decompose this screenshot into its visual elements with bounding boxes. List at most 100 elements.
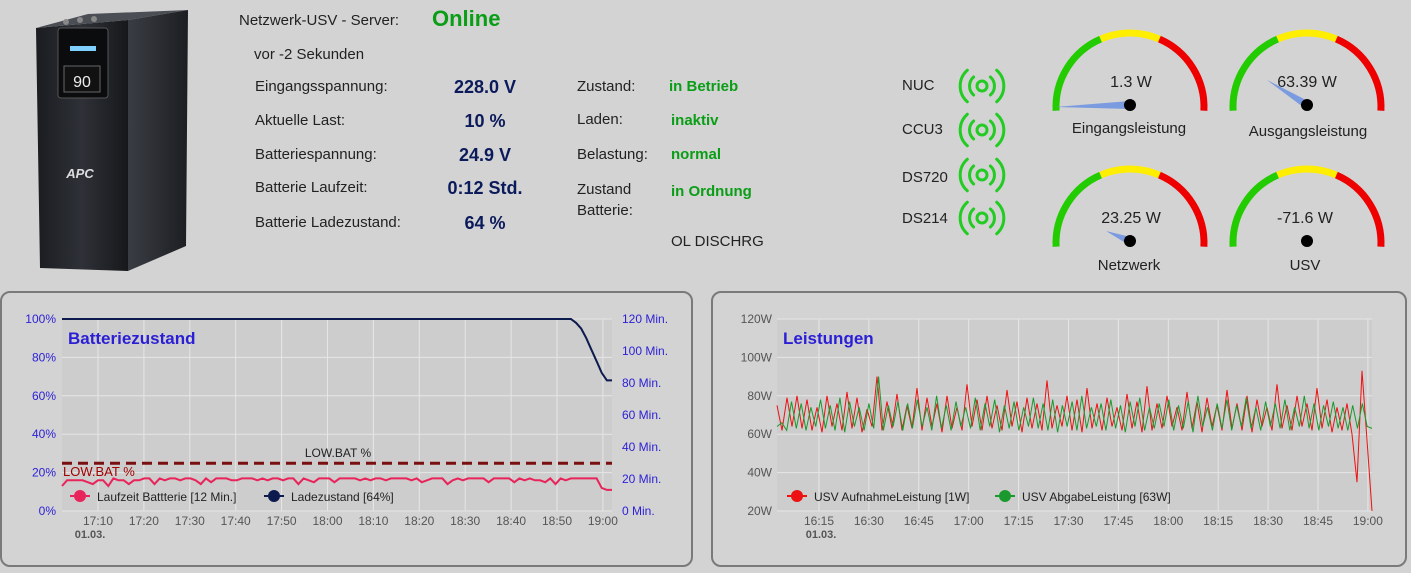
metric-label: Batterie Laufzeit: xyxy=(255,179,368,196)
y-tick-label: 40W xyxy=(747,466,772,480)
gauge-value: 1.3 W xyxy=(1110,74,1152,91)
x-tick-label: 16:30 xyxy=(854,514,884,528)
metric-label: Batteriespannung: xyxy=(255,146,377,163)
chart-title: Leistungen xyxy=(783,329,874,348)
host-name: CCU3 xyxy=(902,121,943,138)
server-label: Netzwerk-USV - Server: xyxy=(239,12,400,29)
gauge-name: Netzwerk xyxy=(1097,257,1161,274)
legend-label: USV AufnahmeLeistung [1W] xyxy=(814,490,969,504)
state-label: Laden: xyxy=(577,111,623,128)
host-name: DS214 xyxy=(902,210,948,227)
x-tick-label: 17:30 xyxy=(1053,514,1083,528)
low-bat-label: LOW.BAT % xyxy=(305,446,372,460)
x-tick-label: 16:45 xyxy=(904,514,934,528)
metric-label: Eingangsspannung: xyxy=(255,78,388,95)
online-signal-icon xyxy=(958,68,1006,104)
state-value: inaktiv xyxy=(671,112,719,129)
ups-display-value: 90 xyxy=(73,74,91,91)
x-tick-label: 18:20 xyxy=(404,514,434,528)
x-tick-label: 17:50 xyxy=(267,514,297,528)
gauge-hub xyxy=(1301,235,1313,247)
y2-tick-label: 80 Min. xyxy=(622,376,661,390)
x-tick-label: 17:15 xyxy=(1004,514,1034,528)
gauge xyxy=(1229,165,1385,247)
y2-tick-label: 0 Min. xyxy=(622,504,655,518)
metric-label: Batterie Ladezustand: xyxy=(255,214,401,231)
y-tick-label: 100% xyxy=(25,312,56,326)
x-tick-label: 18:00 xyxy=(1153,514,1183,528)
legend-item: USV AbgabeLeistung [63W] xyxy=(995,490,1171,504)
ups-device-image: 90 APC xyxy=(28,6,198,276)
x-tick-label: 17:40 xyxy=(221,514,251,528)
x-tick-label: 18:10 xyxy=(358,514,388,528)
x-tick-label: 18:15 xyxy=(1203,514,1233,528)
y2-tick-label: 20 Min. xyxy=(622,472,661,486)
metric-value: 0:12 Std. xyxy=(447,178,523,198)
legend-marker xyxy=(268,490,280,502)
gauge-arc xyxy=(1276,29,1338,43)
y-tick-label: 80W xyxy=(747,389,772,403)
metric-value: 10 % xyxy=(464,111,506,131)
metric-value: 64 % xyxy=(464,213,506,233)
gauge-value: 63.39 W xyxy=(1277,74,1337,91)
last-update: vor -2 Sekunden xyxy=(254,46,365,63)
x-date-label: 01.03. xyxy=(75,529,106,541)
x-tick-label: 17:00 xyxy=(954,514,984,528)
state-label: Zustand Batterie: xyxy=(577,181,633,219)
server-status: Online xyxy=(432,6,501,31)
legend-marker xyxy=(999,490,1011,502)
online-signal-icon xyxy=(958,112,1006,148)
x-tick-label: 17:20 xyxy=(129,514,159,528)
gauge xyxy=(1229,29,1385,111)
state-value: normal xyxy=(671,146,722,163)
y-tick-label: 80% xyxy=(32,350,56,364)
status-code: OL DISCHRG xyxy=(671,233,764,250)
state-label: Zustand: xyxy=(577,78,636,95)
gauge-hub xyxy=(1124,235,1136,247)
online-signal-icon xyxy=(958,200,1006,236)
gauge-name: USV xyxy=(1289,257,1321,274)
x-tick-label: 17:45 xyxy=(1103,514,1133,528)
online-signal-icon xyxy=(958,157,1006,193)
y2-tick-label: 40 Min. xyxy=(622,440,661,454)
x-tick-label: 18:50 xyxy=(542,514,572,528)
x-tick-label: 19:00 xyxy=(1353,514,1383,528)
host-name: NUC xyxy=(902,77,935,94)
power-chart-panel: 120W 100W 80W 60W 40W 20W 16:15 16:30 16:45 17:00… xyxy=(711,291,1407,567)
y-tick-label: 120W xyxy=(741,312,773,326)
x-tick-label: 18:40 xyxy=(496,514,526,528)
x-tick-label: 18:45 xyxy=(1303,514,1333,528)
state-label: Belastung: xyxy=(577,146,648,163)
gauges xyxy=(1052,29,1385,247)
gauge-name: Eingangsleistung xyxy=(1071,120,1187,137)
power-chart: 120W 100W 80W 60W 40W 20W 16:15 16:30 16:45 17:00… xyxy=(741,312,1384,541)
gauge-hub xyxy=(1124,99,1136,111)
x-tick-label: 16:15 xyxy=(804,514,834,528)
x-date-label: 01.03. xyxy=(806,529,837,541)
legend-item: USV AufnahmeLeistung [1W] xyxy=(787,490,969,504)
y-tick-label: 60W xyxy=(747,427,772,441)
gauge-arc xyxy=(1099,29,1161,43)
x-tick-label: 17:10 xyxy=(83,514,113,528)
metric-value: 24.9 V xyxy=(458,145,512,165)
y-tick-label: 20W xyxy=(747,504,772,518)
x-tick-label: 18:30 xyxy=(450,514,480,528)
gauge-arc xyxy=(1099,165,1161,179)
gauge-name: Ausgangsleistung xyxy=(1248,123,1368,140)
y-tick-label: 100W xyxy=(741,350,773,364)
state-value: in Ordnung xyxy=(671,183,752,200)
y2-tick-label: 60 Min. xyxy=(622,408,661,422)
metric-value: 228.0 V xyxy=(453,77,517,97)
y-tick-label: 0% xyxy=(39,504,57,518)
x-tick-label: 19:00 xyxy=(588,514,618,528)
battery-chart: 100% 80% 60% 40% 20% 0% 120 Min. 100 Min. 80 Min… xyxy=(25,312,668,541)
y2-tick-label: 100 Min. xyxy=(622,344,668,358)
state-value: in Betrieb xyxy=(669,78,739,95)
battery-chart-panel: 100% 80% 60% 40% 20% 0% 120 Min. 100 Min. 80 Min… xyxy=(0,291,693,567)
gauge-arc xyxy=(1276,165,1338,179)
y2-tick-label: 120 Min. xyxy=(622,312,668,326)
legend-label: Laufzeit Battterie [12 Min.] xyxy=(97,490,236,504)
gauge xyxy=(1052,29,1208,111)
gauge-hub xyxy=(1301,99,1313,111)
y-tick-label: 40% xyxy=(32,427,56,441)
